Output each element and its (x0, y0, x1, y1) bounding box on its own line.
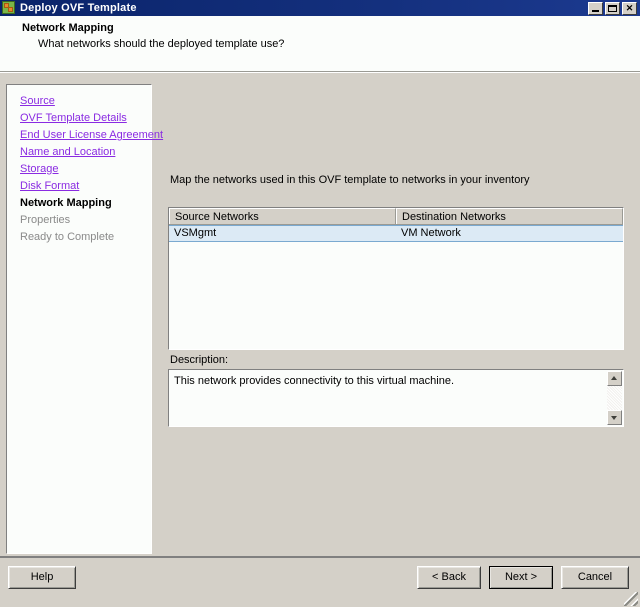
column-header-destination-networks[interactable]: Destination Networks (396, 208, 623, 224)
table-header-row: Source Networks Destination Networks (169, 208, 623, 225)
sidebar-item-name-and-location[interactable]: Name and Location (7, 144, 151, 161)
description-label: Description: (170, 354, 228, 366)
sidebar-item-ovf-template-details[interactable]: OVF Template Details (7, 110, 151, 127)
next-button[interactable]: Next > (489, 566, 553, 589)
help-button[interactable]: Help (8, 566, 76, 589)
scroll-down-icon[interactable] (607, 410, 622, 425)
column-header-source-networks[interactable]: Source Networks (169, 208, 396, 224)
sidebar-item-storage[interactable]: Storage (7, 161, 151, 178)
wizard-header: Network Mapping What networks should the… (0, 16, 640, 72)
table-row[interactable]: VSMgmt VM Network (169, 225, 623, 242)
resize-grip-icon[interactable] (624, 592, 638, 606)
deploy-ovf-template-window: Deploy OVF Template ✕ Network Mapping Wh… (0, 0, 640, 607)
title-bar[interactable]: Deploy OVF Template ✕ (0, 0, 640, 16)
close-glyph: ✕ (623, 3, 636, 14)
sidebar-item-ready-to-complete: Ready to Complete (7, 229, 151, 246)
page-subtitle: What networks should the deployed templa… (38, 38, 640, 50)
scroll-up-icon[interactable] (607, 371, 622, 386)
sidebar-item-source[interactable]: Source (7, 93, 151, 110)
back-button[interactable]: < Back (417, 566, 481, 589)
cancel-button[interactable]: Cancel (561, 566, 629, 589)
description-scrollbar[interactable] (607, 371, 622, 425)
network-mapping-table[interactable]: Source Networks Destination Networks VSM… (168, 207, 624, 350)
window-title: Deploy OVF Template (20, 2, 588, 14)
window-controls: ✕ (588, 2, 639, 15)
close-icon[interactable]: ✕ (622, 2, 637, 15)
description-box: This network provides connectivity to th… (168, 369, 624, 427)
maximize-icon[interactable] (605, 2, 620, 15)
sidebar-item-properties: Properties (7, 212, 151, 229)
wizard-body: Source OVF Template Details End User Lic… (0, 72, 640, 556)
footer-divider (0, 556, 640, 557)
sidebar-item-disk-format[interactable]: Disk Format (7, 178, 151, 195)
cell-destination-network[interactable]: VM Network (396, 226, 623, 241)
cell-source-network: VSMgmt (169, 226, 396, 241)
sidebar-item-network-mapping: Network Mapping (7, 195, 151, 212)
description-text: This network provides connectivity to th… (169, 370, 623, 388)
sidebar-item-end-user-license-agreement[interactable]: End User License Agreement (7, 127, 151, 144)
page-title: Network Mapping (22, 22, 640, 34)
wizard-steps-sidebar: Source OVF Template Details End User Lic… (6, 84, 152, 554)
minimize-icon[interactable] (588, 2, 603, 15)
mapping-instruction: Map the networks used in this OVF templa… (170, 174, 530, 186)
ovf-template-icon (1, 0, 17, 16)
